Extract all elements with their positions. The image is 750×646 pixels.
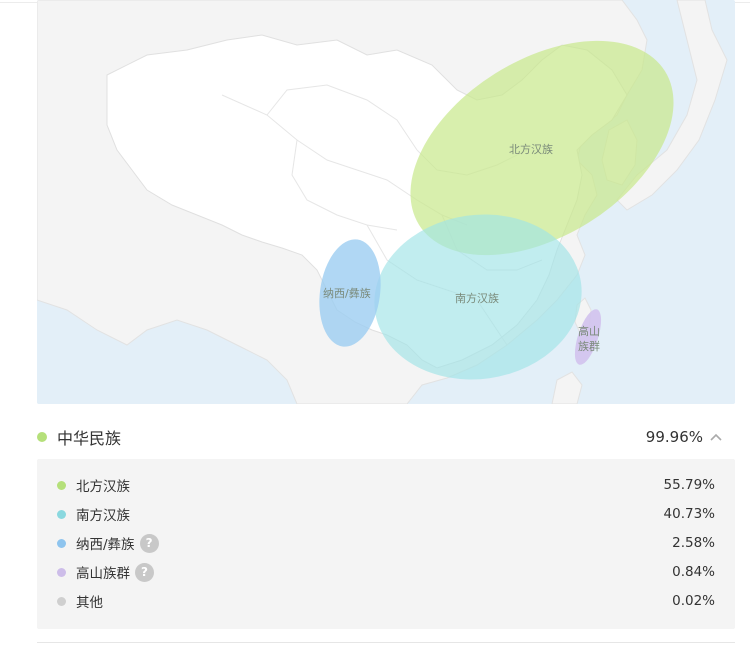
ethnic-group-header[interactable]: 中华民族 99.96% <box>37 418 735 456</box>
chevron-up-icon[interactable] <box>709 430 723 444</box>
map-canvas: 北方汉族 南方汉族 纳西/彝族 高山 族群 <box>37 0 735 404</box>
row-percent: 40.73% <box>663 506 715 522</box>
group-name: 中华民族 <box>57 429 122 448</box>
subgroup-panel: 北方汉族 55.79% 南方汉族 40.73% 纳西/彝族 ? 2.58% 高山… <box>37 459 735 629</box>
subgroup-row: 南方汉族 40.73% <box>37 503 735 525</box>
row-label: 其他 <box>76 595 103 611</box>
row-percent: 2.58% <box>672 535 715 551</box>
bottom-divider <box>37 642 735 643</box>
row-color-dot <box>57 567 66 577</box>
row-color-dot <box>57 509 66 519</box>
row-color-dot <box>57 538 66 548</box>
subgroup-row: 高山族群 ? 0.84% <box>37 561 735 583</box>
subgroup-row: 纳西/彝族 ? 2.58% <box>37 532 735 554</box>
group-color-dot <box>37 432 47 442</box>
row-color-dot <box>57 596 66 606</box>
row-percent: 55.79% <box>663 477 715 493</box>
ancestry-map: 北方汉族 南方汉族 纳西/彝族 高山 族群 <box>37 0 735 404</box>
row-percent: 0.84% <box>672 564 715 580</box>
row-percent: 0.02% <box>672 593 715 609</box>
question-mark-icon[interactable]: ? <box>139 533 159 553</box>
subgroup-row: 北方汉族 55.79% <box>37 474 735 496</box>
row-color-dot <box>57 480 66 490</box>
gaoshan-map-label-line1: 高山 <box>578 324 600 338</box>
subgroup-row: 其他 0.02% <box>37 590 735 612</box>
south-han-map-label: 南方汉族 <box>455 291 499 305</box>
row-label: 南方汉族 <box>76 508 130 524</box>
north-han-map-label: 北方汉族 <box>509 142 553 156</box>
question-mark-icon[interactable]: ? <box>135 562 154 582</box>
gaoshan-map-label-line2: 族群 <box>578 339 600 353</box>
row-label: 北方汉族 <box>76 479 130 495</box>
row-label: 高山族群 <box>76 566 130 582</box>
row-label: 纳西/彝族 <box>76 537 135 553</box>
naxi-yi-map-label: 纳西/彝族 <box>323 286 371 300</box>
group-percent: 99.96% <box>645 428 703 446</box>
